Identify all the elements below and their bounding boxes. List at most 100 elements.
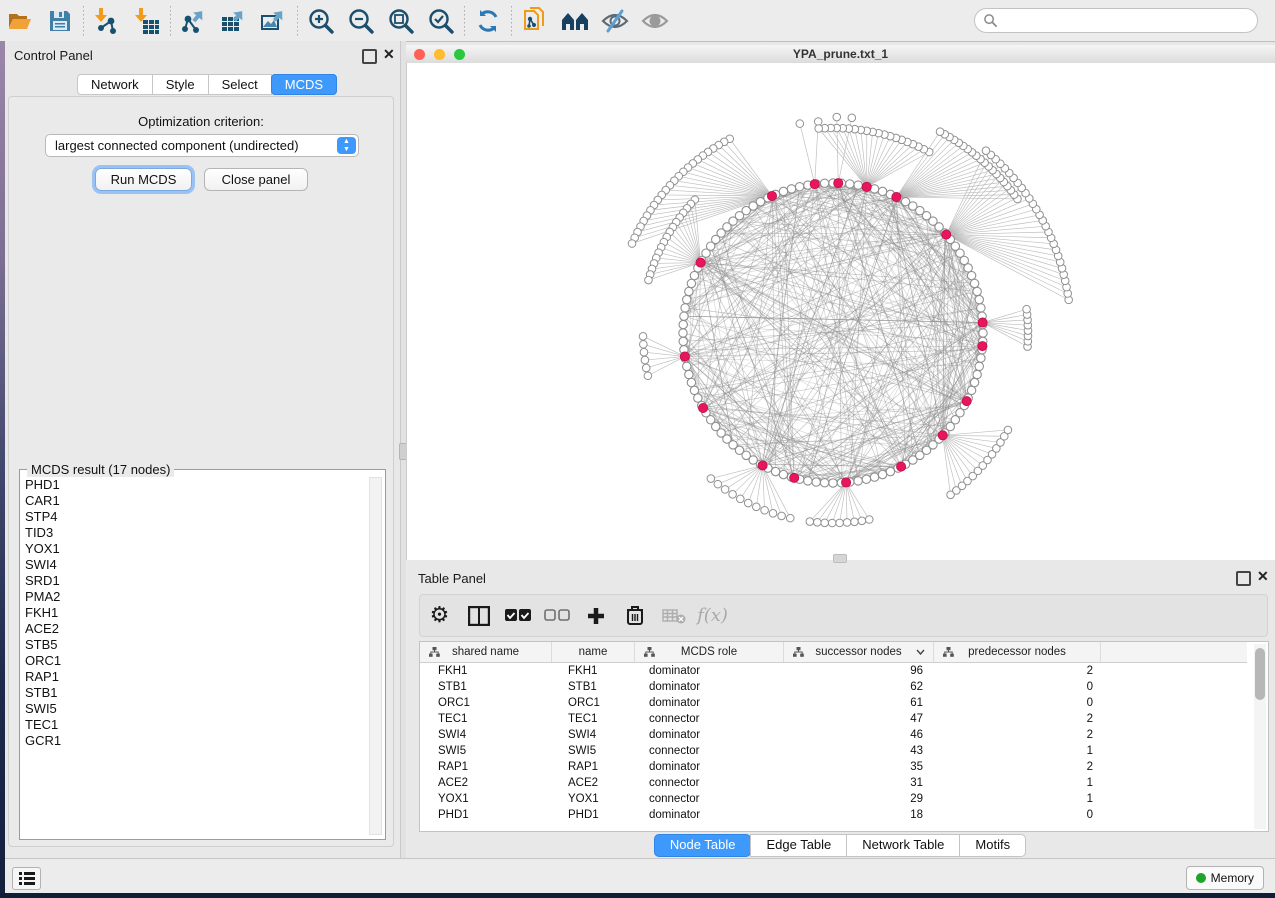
tab-select[interactable]: Select xyxy=(208,74,272,95)
table-body: FKH1FKH1dominator962STB1STB1dominator620… xyxy=(420,663,1247,823)
close-panel-icon[interactable]: ✕ xyxy=(1257,568,1269,585)
column-header-label: name xyxy=(579,646,608,658)
list-item[interactable]: PHD1 xyxy=(25,477,369,493)
export-table-icon[interactable] xyxy=(214,3,254,39)
list-item[interactable]: STB1 xyxy=(25,685,369,701)
search-input[interactable] xyxy=(998,10,1257,32)
status-menu-button[interactable] xyxy=(12,867,41,890)
split-columns-icon[interactable] xyxy=(459,598,498,634)
export-network-icon[interactable] xyxy=(174,3,214,39)
cell-successor_nodes: 47 xyxy=(784,711,934,727)
table-row[interactable]: ORC1ORC1dominator610 xyxy=(420,695,1247,711)
first-neighbors-icon[interactable] xyxy=(555,3,595,39)
list-item[interactable]: ORC1 xyxy=(25,653,369,669)
close-panel-icon[interactable]: ✕ xyxy=(383,46,395,63)
list-item[interactable]: SRD1 xyxy=(25,573,369,589)
cell-mcds_role: dominator xyxy=(635,727,784,743)
column-header-successor-nodes[interactable]: successor nodes xyxy=(784,642,934,662)
table-row[interactable]: SWI4SWI4dominator462 xyxy=(420,727,1247,743)
table-row[interactable]: STB1STB1dominator620 xyxy=(420,679,1247,695)
clone-network-icon[interactable] xyxy=(515,3,555,39)
column-header-mcds-role[interactable]: MCDS role xyxy=(635,642,784,662)
table-row[interactable]: SWI5SWI5connector431 xyxy=(420,743,1247,759)
zoom-fit-icon[interactable] xyxy=(381,3,421,39)
memory-button[interactable]: Memory xyxy=(1186,866,1264,890)
zoom-out-icon[interactable] xyxy=(341,3,381,39)
export-image-icon[interactable] xyxy=(254,3,294,39)
list-item[interactable]: TEC1 xyxy=(25,717,369,733)
run-mcds-button[interactable]: Run MCDS xyxy=(95,168,192,191)
refresh-layout-icon[interactable] xyxy=(468,3,508,39)
add-column-icon[interactable] xyxy=(576,598,615,634)
select-all-rows-icon[interactable] xyxy=(498,598,537,634)
cell-predecessor_nodes: 2 xyxy=(934,711,1101,727)
column-namespace-icon xyxy=(943,647,954,657)
list-item[interactable]: RAP1 xyxy=(25,669,369,685)
function-builder-icon[interactable]: f(x) xyxy=(693,598,732,634)
show-all-icon[interactable] xyxy=(635,3,675,39)
list-item[interactable]: STB5 xyxy=(25,637,369,653)
float-panel-icon[interactable] xyxy=(1236,571,1251,586)
status-bar: Memory xyxy=(0,858,1275,893)
cell-shared_name: TEC1 xyxy=(420,711,552,727)
hide-selected-icon[interactable] xyxy=(595,3,635,39)
table-row[interactable]: PHD1PHD1dominator180 xyxy=(420,807,1247,823)
network-canvas[interactable] xyxy=(406,63,1275,560)
network-window-titlebar[interactable]: YPA_prune.txt_1 xyxy=(406,45,1275,64)
mcds-result-group: MCDS result (17 nodes) PHD1CAR1STP4TID3Y… xyxy=(19,469,386,840)
open-file-icon[interactable] xyxy=(0,3,40,39)
delete-column-icon[interactable] xyxy=(615,598,654,634)
table-row[interactable]: TEC1TEC1connector472 xyxy=(420,711,1247,727)
list-item[interactable]: TID3 xyxy=(25,525,369,541)
list-item[interactable]: STP4 xyxy=(25,509,369,525)
column-header-shared-name[interactable]: shared name xyxy=(420,642,552,662)
horizontal-splitter-handle[interactable] xyxy=(833,554,847,563)
list-item[interactable]: PMA2 xyxy=(25,589,369,605)
tab-node-table[interactable]: Node Table xyxy=(654,834,752,857)
column-header-name[interactable]: name xyxy=(552,642,635,662)
list-item[interactable]: SWI5 xyxy=(25,701,369,717)
list-item[interactable]: YOX1 xyxy=(25,541,369,557)
memory-label: Memory xyxy=(1211,871,1254,885)
tab-motifs[interactable]: Motifs xyxy=(959,834,1026,857)
table-row[interactable]: ACE2ACE2connector311 xyxy=(420,775,1247,791)
tab-mcds[interactable]: MCDS xyxy=(271,74,337,95)
table-row[interactable]: RAP1RAP1dominator352 xyxy=(420,759,1247,775)
settings-icon[interactable]: ⚙ xyxy=(420,598,459,634)
optimization-criterion-select[interactable]: largest connected component (undirected)… xyxy=(45,134,359,157)
zoom-selected-icon[interactable] xyxy=(421,3,461,39)
mcds-result-list[interactable]: PHD1CAR1STP4TID3YOX1SWI4SRD1PMA2FKH1ACE2… xyxy=(21,477,369,835)
zoom-in-icon[interactable] xyxy=(301,3,341,39)
tab-network-table[interactable]: Network Table xyxy=(846,834,960,857)
table-scrollbar[interactable] xyxy=(1254,644,1266,829)
table-row[interactable]: YOX1YOX1connector291 xyxy=(420,791,1247,807)
table-row[interactable]: FKH1FKH1dominator962 xyxy=(420,663,1247,679)
desktop-wallpaper-strip xyxy=(0,893,1275,898)
cell-mcds_role: connector xyxy=(635,791,784,807)
list-item[interactable]: CAR1 xyxy=(25,493,369,509)
save-session-icon[interactable] xyxy=(40,3,80,39)
list-item[interactable]: FKH1 xyxy=(25,605,369,621)
float-panel-icon[interactable] xyxy=(362,49,377,64)
import-network-icon[interactable] xyxy=(87,3,127,39)
cell-shared_name: SWI4 xyxy=(420,727,552,743)
mcds-list-scrollbar[interactable] xyxy=(369,477,382,835)
close-panel-button[interactable]: Close panel xyxy=(204,168,308,191)
list-item[interactable]: SWI4 xyxy=(25,557,369,573)
search-field[interactable] xyxy=(974,8,1258,33)
list-item[interactable]: ACE2 xyxy=(25,621,369,637)
deselect-all-rows-icon[interactable] xyxy=(537,598,576,634)
list-item[interactable]: GCR1 xyxy=(25,733,369,749)
tab-style[interactable]: Style xyxy=(152,74,209,95)
cell-shared_name: SWI5 xyxy=(420,743,552,759)
import-table-icon[interactable] xyxy=(127,3,167,39)
tab-edge-table[interactable]: Edge Table xyxy=(750,834,847,857)
cell-name: SWI5 xyxy=(552,743,635,759)
table-panel-tabs: Node TableEdge TableNetwork TableMotifs xyxy=(406,834,1275,857)
cell-predecessor_nodes: 1 xyxy=(934,775,1101,791)
column-header-predecessor-nodes[interactable]: predecessor nodes xyxy=(934,642,1101,662)
cell-mcds_role: connector xyxy=(635,743,784,759)
tab-network[interactable]: Network xyxy=(77,74,153,95)
cell-name: RAP1 xyxy=(552,759,635,775)
delete-table-icon[interactable] xyxy=(654,598,693,634)
